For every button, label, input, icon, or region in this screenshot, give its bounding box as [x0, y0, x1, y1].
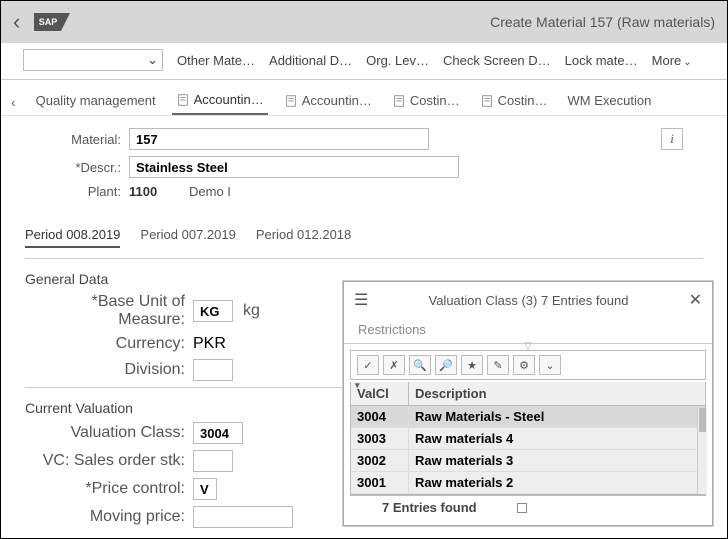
toolbar-check-screen-data[interactable]: Check Screen D… [443, 53, 551, 68]
plant-value: 1100 [129, 184, 179, 199]
table-row[interactable]: 3004 Raw Materials - Steel [351, 406, 705, 428]
chevron-down-icon: ⌄ [683, 57, 691, 68]
document-icon [480, 94, 494, 108]
document-icon [176, 93, 190, 107]
description-input[interactable] [129, 156, 459, 178]
material-input[interactable] [129, 128, 429, 150]
period-tabs: Period 008.2019 Period 007.2019 Period 0… [1, 213, 727, 252]
close-icon[interactable]: ✕ [689, 290, 702, 310]
info-button[interactable]: i [661, 128, 683, 150]
popup-footer-text: 7 Entries found [382, 500, 477, 515]
sap-logo: SAP [34, 13, 70, 31]
settings-icon[interactable]: ⚙ [513, 355, 535, 375]
cancel-icon[interactable]: ✗ [383, 355, 405, 375]
period-tab-0[interactable]: Period 008.2019 [25, 223, 120, 248]
page-title: Create Material 157 (Raw materials) [490, 14, 715, 30]
valuation-class-label: Valuation Class: [25, 424, 185, 442]
valuation-class-value-help: ☰ Valuation Class (3) 7 Entries found ✕ … [343, 281, 713, 526]
description-label: *Descr.: [25, 160, 121, 175]
toolbar-dropdown[interactable]: ⌄ [23, 49, 163, 71]
svg-text:SAP: SAP [39, 17, 58, 27]
toolbar-other-material[interactable]: Other Mate… [177, 53, 255, 68]
favorite-icon[interactable]: ★ [461, 355, 483, 375]
footer-marker-icon [517, 503, 527, 513]
table-header: ▾ValCl Description [351, 382, 705, 406]
accept-icon[interactable]: ✓ [357, 355, 379, 375]
expand-icon[interactable]: ⌄ [539, 355, 561, 375]
document-icon [392, 94, 406, 108]
view-tab-strip: ‹ Quality management Accountin… Accounti… [1, 80, 727, 116]
tab-costing-2[interactable]: Costin… [476, 89, 552, 114]
table-row[interactable]: 3002 Raw materials 3 [351, 450, 705, 472]
back-button[interactable]: ‹ [13, 9, 20, 35]
plant-text: Demo I [179, 184, 231, 199]
plant-label: Plant: [25, 184, 121, 199]
valuation-class-input[interactable] [193, 422, 243, 444]
scrollbar-thumb[interactable] [699, 408, 706, 432]
vc-sales-order-stk-label: VC: Sales order stk: [25, 452, 185, 470]
vc-sales-order-stk-input[interactable] [193, 450, 233, 472]
buom-label: *Base Unit of Measure: [25, 293, 185, 329]
app-header: ‹ SAP Create Material 157 (Raw materials… [1, 1, 727, 43]
search-icon[interactable]: 🔍 [409, 355, 431, 375]
toolbar-more[interactable]: More⌄ [652, 53, 692, 68]
material-header-form: i Material: *Descr.: Plant: 1100 Demo I [1, 116, 727, 213]
popup-separator: ▽ [344, 343, 712, 350]
menu-icon[interactable]: ☰ [354, 290, 368, 310]
period-tab-1[interactable]: Period 007.2019 [140, 223, 235, 248]
col-valcl[interactable]: ▾ValCl [351, 382, 409, 405]
scrollbar[interactable] [697, 408, 707, 494]
toolbar-additional-data[interactable]: Additional D… [269, 53, 352, 68]
buom-text: kg [233, 302, 260, 320]
col-description[interactable]: Description [409, 382, 705, 405]
currency-label: Currency: [25, 335, 185, 353]
period-tab-2[interactable]: Period 012.2018 [256, 223, 351, 248]
chevron-down-icon: ⌄ [147, 52, 158, 68]
division-input[interactable] [193, 359, 233, 381]
table-row[interactable]: 3001 Raw materials 2 [351, 472, 705, 494]
search-next-icon[interactable]: 🔎 [435, 355, 457, 375]
currency-value: PKR [193, 335, 226, 353]
document-icon [284, 94, 298, 108]
tab-accounting-1[interactable]: Accountin… [172, 88, 268, 115]
popup-toolbar: ✓ ✗ 🔍 🔎 ★ ✎ ⚙ ⌄ [350, 350, 706, 380]
moving-price-label: Moving price: [25, 508, 185, 526]
price-control-label: *Price control: [25, 480, 185, 498]
division-label: Division: [25, 361, 185, 379]
tab-wm-execution[interactable]: WM Execution [564, 89, 656, 114]
tab-costing-1[interactable]: Costin… [388, 89, 464, 114]
action-toolbar: ⌄ Other Mate… Additional D… Org. Lev… Ch… [1, 43, 727, 80]
tab-quality-management[interactable]: Quality management [32, 89, 160, 114]
popup-footer: 7 Entries found [350, 495, 706, 521]
buom-input[interactable] [193, 300, 233, 322]
material-label: Material: [25, 132, 121, 147]
popup-title: Valuation Class (3) 7 Entries found [376, 293, 680, 308]
price-control-input[interactable] [193, 478, 217, 500]
popup-table: ▾ValCl Description 3004 Raw Materials - … [350, 382, 706, 495]
sort-desc-icon: ▾ [355, 380, 360, 391]
popup-restrictions-label: Restrictions [344, 318, 712, 343]
toolbar-lock-material[interactable]: Lock mate… [565, 53, 638, 68]
table-row[interactable]: 3003 Raw materials 4 [351, 428, 705, 450]
tab-accounting-2[interactable]: Accountin… [280, 89, 376, 114]
moving-price-input[interactable] [193, 506, 293, 528]
toolbar-org-levels[interactable]: Org. Lev… [366, 53, 429, 68]
personal-list-icon[interactable]: ✎ [487, 355, 509, 375]
tab-scroll-left[interactable]: ‹ [11, 94, 20, 110]
